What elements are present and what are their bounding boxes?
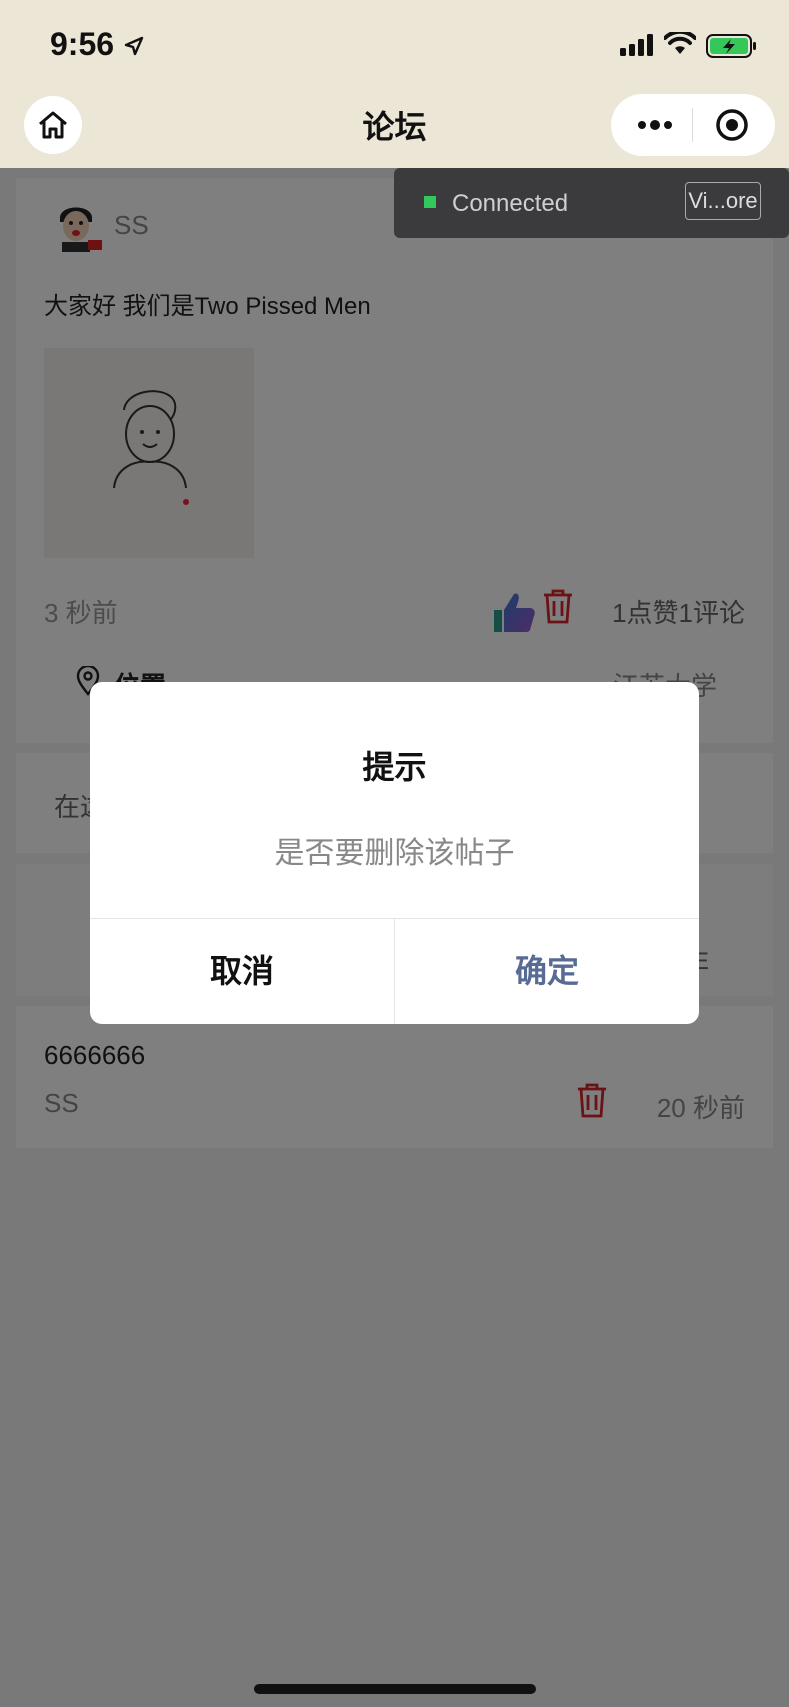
nav-bar: 论坛 bbox=[0, 92, 789, 168]
dialog-title: 提示 bbox=[362, 749, 427, 785]
confirm-dialog: 提示 是否要删除该帖子 取消 确定 bbox=[90, 682, 699, 1024]
location-arrow-icon bbox=[124, 36, 144, 56]
status-time: 9:56 bbox=[50, 26, 115, 62]
cellular-signal-icon bbox=[620, 34, 653, 56]
capsule-divider bbox=[692, 108, 693, 142]
dialog-message: 是否要删除该帖子 bbox=[274, 837, 515, 870]
connection-toast: Connected Vi...ore bbox=[394, 168, 789, 238]
toast-text: Connected bbox=[452, 190, 569, 217]
mini-program-capsule bbox=[611, 94, 775, 156]
confirm-button[interactable]: 确定 bbox=[395, 919, 699, 1024]
view-more-button[interactable]: Vi...ore bbox=[685, 182, 761, 220]
wifi-icon bbox=[664, 32, 696, 54]
home-indicator[interactable] bbox=[254, 1684, 536, 1694]
close-target-icon[interactable] bbox=[715, 108, 749, 142]
connected-status-dot bbox=[424, 196, 436, 208]
more-icon[interactable] bbox=[637, 114, 673, 136]
cancel-button[interactable]: 取消 bbox=[90, 919, 394, 1024]
battery-charging-icon bbox=[706, 34, 756, 58]
status-bar: 9:56 bbox=[0, 0, 789, 92]
